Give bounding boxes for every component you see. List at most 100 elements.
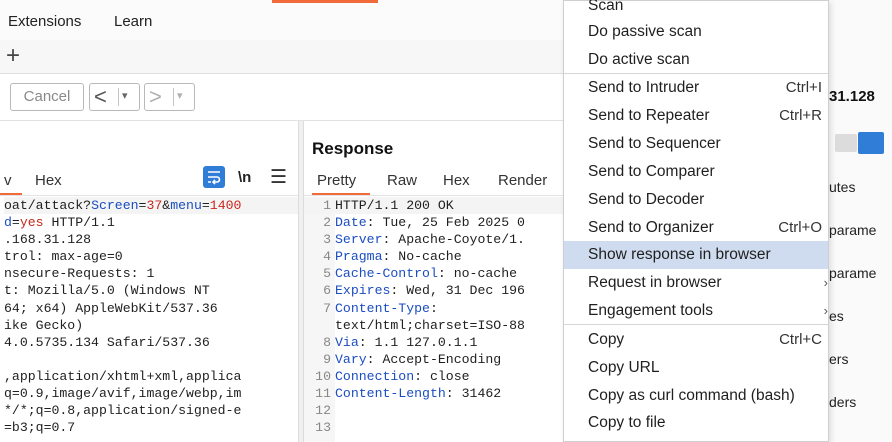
submenu-arrow-icon: › (823, 303, 828, 318)
header-name: Cache-Control (335, 266, 438, 282)
layout-icon[interactable] (835, 134, 857, 152)
line-number: 10 (315, 368, 331, 384)
request-line: q=0.9,image/avif,image/webp,im (4, 386, 242, 402)
menu-separator (564, 73, 828, 74)
menu-item-engagement-tools[interactable]: Engagement tools › (564, 297, 828, 325)
response-title: Response (312, 139, 394, 158)
menu-item-send-to-intruder[interactable]: Send to Intruder Ctrl+I (564, 74, 828, 102)
request-line: */*;q=0.8,application/signed-e (4, 403, 242, 419)
response-line: 6 Expires: Wed, 31 Dec 196 (304, 282, 566, 299)
cancel-button[interactable]: Cancel (10, 83, 84, 111)
back-button[interactable]: < ▾ (89, 83, 140, 111)
button-separator (118, 88, 119, 106)
menu-extensions[interactable]: Extensions (8, 13, 81, 30)
button-separator (173, 88, 174, 106)
request-line: d=yes HTTP/1.1 (4, 214, 298, 231)
line-number: 11 (315, 386, 331, 402)
menu-icon[interactable]: ☰ (270, 166, 287, 189)
menu-item-show-response-in-browser[interactable]: Show response in browser (564, 241, 828, 269)
header-value: : Apache-Coyote/1. (382, 232, 525, 248)
line-number: 1 (323, 198, 331, 213)
menu-item-label: Show response in browser (588, 246, 771, 263)
header-name: Content-Length (335, 386, 446, 402)
menu-item-copy[interactable]: Copy Ctrl+C (564, 326, 828, 354)
param-name: Screen (91, 198, 139, 213)
tab-response-hex[interactable]: Hex (443, 172, 470, 189)
menu-item-copy-url[interactable]: Copy URL (564, 354, 828, 382)
menu-item-label: Send to Repeater (588, 107, 710, 124)
menu-item-label: Request in browser (588, 274, 722, 291)
response-line: 1 HTTP/1.1 200 OK (304, 197, 566, 215)
header-value: : Accept-Encoding (366, 351, 502, 367)
menu-item-request-in-browser[interactable]: Request in browser › (564, 269, 828, 297)
tab-response-raw[interactable]: Raw (387, 172, 417, 189)
request-line: 4.0.5735.134 Safari/537.36 (4, 334, 210, 350)
tab-request-hex[interactable]: Hex (35, 172, 62, 189)
menu-item-copy-to-file[interactable]: Copy to file (564, 409, 828, 437)
inspector-item[interactable]: ders (829, 394, 856, 410)
layout-split-icon[interactable] (858, 132, 884, 154)
request-line: ike Gecko) (4, 317, 84, 333)
request-line: trol: max-age=0 (4, 249, 123, 265)
menu-item-copy-as-curl-command-bash[interactable]: Copy as curl command (bash) (564, 382, 828, 410)
header-name: Date (335, 215, 367, 231)
tab-response-render[interactable]: Render (498, 172, 547, 189)
chevron-down-icon[interactable]: ▾ (122, 89, 128, 102)
header-name: Via (335, 334, 359, 350)
add-tab-button[interactable]: + (6, 44, 20, 68)
menu-item-label: Send to Organizer (588, 219, 714, 236)
wrap-icon (208, 171, 221, 185)
response-line: text/html;charset=ISO-88 (304, 317, 566, 334)
header-value: : No-cache (382, 249, 462, 265)
line-number: 12 (315, 403, 331, 419)
header-value: : 1.1 127.0.1.1 (358, 334, 478, 350)
menu-learn[interactable]: Learn (114, 13, 152, 30)
request-line: 64; x64) AppleWebKit/537.36 (4, 300, 218, 316)
request-line: t: Mozilla/5.0 (Windows NT (4, 283, 210, 299)
menu-item-send-to-repeater[interactable]: Send to Repeater Ctrl+R (564, 102, 828, 130)
header-value: HTTP/1.1 200 OK (335, 198, 454, 213)
request-line: .168.31.128 (4, 232, 92, 248)
response-line: 10 Connection: close (304, 368, 566, 385)
forward-button[interactable]: > ▾ (144, 83, 195, 111)
menu-item-send-to-sequencer[interactable]: Send to Sequencer (564, 130, 828, 158)
menu-item-label: Send to Intruder (588, 79, 700, 96)
active-tab-indicator (272, 0, 378, 3)
menu-item-send-to-decoder[interactable]: Send to Decoder (564, 186, 828, 214)
inspector-item[interactable]: parame (829, 265, 876, 281)
header-name: Vary (335, 351, 367, 367)
menu-item-label: Copy as curl command (bash) (588, 387, 795, 404)
inspector-item[interactable]: ers (829, 351, 848, 367)
menu-item-send-to-organizer[interactable]: Send to Organizer Ctrl+O (564, 214, 828, 242)
response-line: 5 Cache-Control: no-cache (304, 265, 566, 282)
param-value: yes (19, 215, 44, 231)
header-name: Server (335, 232, 383, 248)
response-line: 4 Pragma: No-cache (304, 248, 566, 265)
request-editor[interactable]: oat/attack?Screen=37&menu=1400 d=yes HTT… (4, 197, 298, 436)
menu-item-do-active-scan[interactable]: Do active scan (564, 46, 828, 74)
response-line: 9 Vary: Accept-Encoding (304, 351, 566, 368)
divider (0, 195, 298, 196)
response-line: 2 Date: Tue, 25 Feb 2025 0 (304, 214, 566, 231)
show-newlines-button[interactable]: \n (238, 169, 251, 186)
header-value: : close (414, 368, 470, 384)
line-number: 7 (323, 300, 331, 316)
target-host: 31.128 (829, 88, 875, 105)
inspector-item[interactable]: parame (829, 222, 876, 238)
tab-response-pretty[interactable]: Pretty (317, 172, 356, 189)
chevron-down-icon[interactable]: ▾ (177, 89, 183, 102)
shortcut-hint: Ctrl+I (785, 79, 822, 96)
menu-item-scan[interactable]: Scan (564, 0, 828, 20)
header-value: : no-cache (437, 266, 518, 282)
shortcut-hint: Ctrl+R (779, 107, 822, 124)
header-name: Content-Type (335, 300, 430, 316)
shortcut-hint: Ctrl+C (779, 331, 822, 348)
inspector-item[interactable]: es (829, 308, 844, 324)
inspector-item[interactable]: utes (829, 179, 855, 195)
word-wrap-button[interactable] (203, 166, 225, 188)
line-number: 6 (323, 283, 331, 299)
menu-item-do-passive-scan[interactable]: Do passive scan (564, 18, 828, 46)
menu-item-send-to-comparer[interactable]: Send to Comparer (564, 158, 828, 186)
response-editor[interactable]: 1 HTTP/1.1 200 OK 2 Date: Tue, 25 Feb 2025 … (304, 197, 566, 436)
tab-request-raw[interactable]: v (4, 172, 12, 189)
